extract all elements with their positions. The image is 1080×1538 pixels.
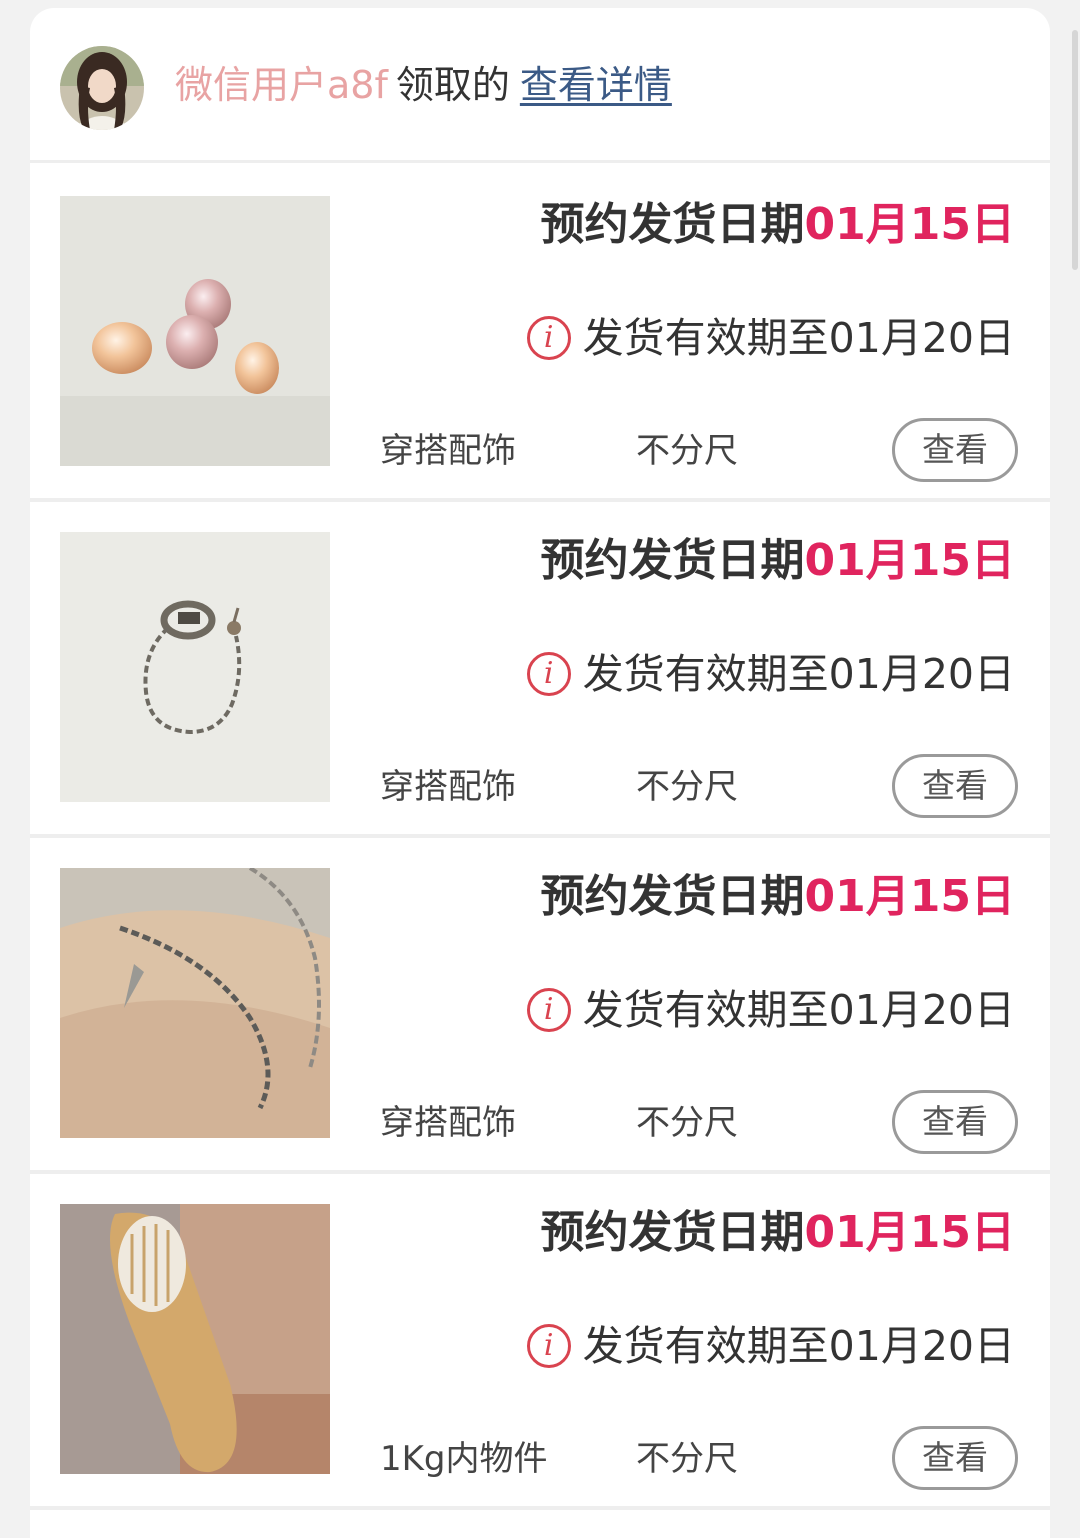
product-image[interactable] <box>60 196 330 466</box>
ship-date: 预约发货日期01月15日 <box>540 535 1015 586</box>
view-button[interactable]: 查看 <box>892 418 1018 482</box>
product-image[interactable] <box>60 868 330 1138</box>
product-image[interactable] <box>60 1204 330 1474</box>
order-item: 预约发货日期01月15日 i 发货有效期至01月20日 穿搭配饰 不分尺 查看 <box>30 502 1050 838</box>
ship-validity: i 发货有效期至01月20日 <box>526 310 1015 366</box>
ship-date: 预约发货日期01月15日 <box>540 1207 1015 1258</box>
validity-text: 发货有效期至01月20日 <box>582 650 1015 698</box>
ship-validity: i 发货有效期至01月20日 <box>526 1318 1015 1374</box>
info-icon: i <box>526 316 571 360</box>
ship-validity: i 发货有效期至01月20日 <box>526 982 1015 1038</box>
view-button[interactable]: 查看 <box>892 1090 1018 1154</box>
scrollbar[interactable] <box>1072 30 1078 270</box>
ship-validity: i 发货有效期至01月20日 <box>526 646 1015 702</box>
validity-text: 发货有效期至01月20日 <box>582 314 1015 362</box>
claim-card: 微信用户a8f 领取的 查看详情 预约发货日期01月15日 i 发货有效期至01… <box>30 8 1050 1538</box>
validity-text: 发货有效期至01月20日 <box>582 1322 1015 1370</box>
view-details-link[interactable]: 查看详情 <box>520 63 672 107</box>
item-size: 不分尺 <box>636 1103 738 1143</box>
product-image[interactable] <box>60 532 330 802</box>
item-category: 1Kg内物件 <box>380 1439 548 1479</box>
info-icon: i <box>526 988 571 1032</box>
claim-label: 领取的 <box>395 63 510 107</box>
item-category: 穿搭配饰 <box>380 431 516 471</box>
item-category: 穿搭配饰 <box>380 1103 516 1143</box>
claim-info: 微信用户a8f 领取的 查看详情 <box>175 58 672 112</box>
validity-text: 发货有效期至01月20日 <box>582 986 1015 1034</box>
user-name: 微信用户a8f <box>175 63 388 107</box>
item-size: 不分尺 <box>636 1439 738 1479</box>
info-icon: i <box>526 1324 571 1368</box>
user-avatar <box>60 46 144 130</box>
view-button[interactable]: 查看 <box>892 1426 1018 1490</box>
view-button[interactable]: 查看 <box>892 754 1018 818</box>
order-item: 预约发货日期01月15日 i 发货有效期至01月20日 穿搭配饰 不分尺 查看 <box>30 838 1050 1174</box>
ship-date: 预约发货日期01月15日 <box>540 871 1015 922</box>
item-size: 不分尺 <box>636 431 738 471</box>
order-item: 预约发货日期01月15日 i 发货有效期至01月20日 1Kg内物件 不分尺 查… <box>30 1174 1050 1510</box>
order-item: 预约发货日期01月15日 i 发货有效期至01月20日 穿搭配饰 不分尺 查看 <box>30 166 1050 502</box>
item-category: 穿搭配饰 <box>380 767 516 807</box>
claim-header: 微信用户a8f 领取的 查看详情 <box>30 8 1050 163</box>
ship-date: 预约发货日期01月15日 <box>540 199 1015 250</box>
info-icon: i <box>526 652 571 696</box>
item-size: 不分尺 <box>636 767 738 807</box>
